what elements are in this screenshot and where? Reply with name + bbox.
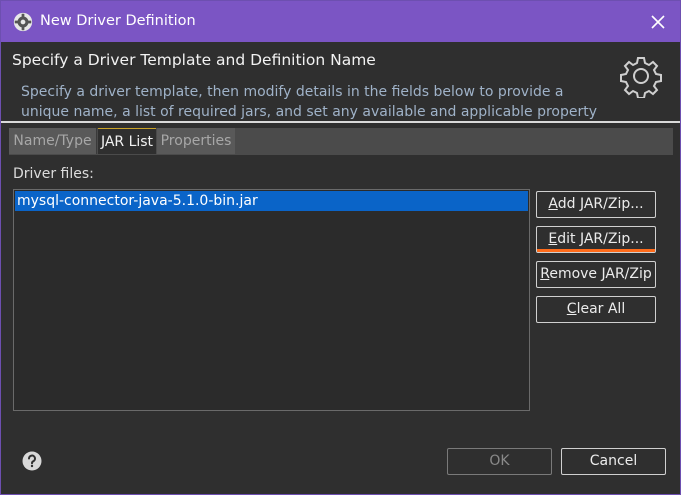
- title-bar[interactable]: New Driver Definition: [1, 1, 680, 42]
- remove-jar-button[interactable]: Remove JAR/Zip: [536, 261, 656, 288]
- header-separator: [1, 121, 680, 123]
- help-icon[interactable]: [21, 450, 43, 472]
- new-driver-definition-dialog: New Driver Definition Specify a Driver T…: [0, 0, 681, 495]
- driver-files-list[interactable]: mysql-connector-java-5.1.0-bin.jar: [13, 189, 530, 411]
- tab-panel-border: [9, 154, 673, 155]
- gear-icon: [620, 57, 662, 98]
- tab-name-type[interactable]: Name/Type: [9, 128, 97, 154]
- ok-button[interactable]: OK: [447, 448, 552, 475]
- edit-jar-button[interactable]: Edit JAR/Zip...: [536, 226, 656, 253]
- tab-properties[interactable]: Properties: [157, 128, 235, 154]
- dialog-header: Specify a Driver Template and Definition…: [1, 42, 680, 121]
- driver-files-label: Driver files:: [13, 166, 94, 182]
- header-description: Specify a driver template, then modify d…: [21, 84, 598, 120]
- close-icon[interactable]: [645, 9, 671, 35]
- gear-icon: [13, 12, 33, 32]
- remove-jar-label: emove JAR/Zip: [549, 266, 652, 282]
- edit-jar-label: dit JAR/Zip...: [557, 231, 644, 247]
- edit-jar-mnemonic: E: [548, 231, 558, 247]
- header-heading: Specify a Driver Template and Definition…: [12, 51, 376, 69]
- window-title: New Driver Definition: [40, 13, 196, 29]
- add-jar-button[interactable]: Add JAR/Zip...: [536, 191, 656, 218]
- focus-indicator: [537, 249, 655, 252]
- add-jar-label: dd JAR/Zip...: [557, 196, 644, 212]
- clear-all-button[interactable]: Clear All: [536, 296, 656, 323]
- list-item[interactable]: mysql-connector-java-5.1.0-bin.jar: [15, 191, 528, 211]
- remove-jar-mnemonic: R: [540, 266, 550, 282]
- dialog-bottom-edge: [1, 485, 680, 494]
- add-jar-mnemonic: A: [548, 196, 558, 212]
- cancel-button[interactable]: Cancel: [561, 448, 666, 475]
- tab-bar: Name/Type JAR List Properties: [9, 128, 673, 154]
- clear-all-mnemonic: C: [566, 301, 577, 317]
- clear-all-label: lear All: [576, 301, 626, 317]
- tab-jar-list[interactable]: JAR List: [98, 128, 156, 154]
